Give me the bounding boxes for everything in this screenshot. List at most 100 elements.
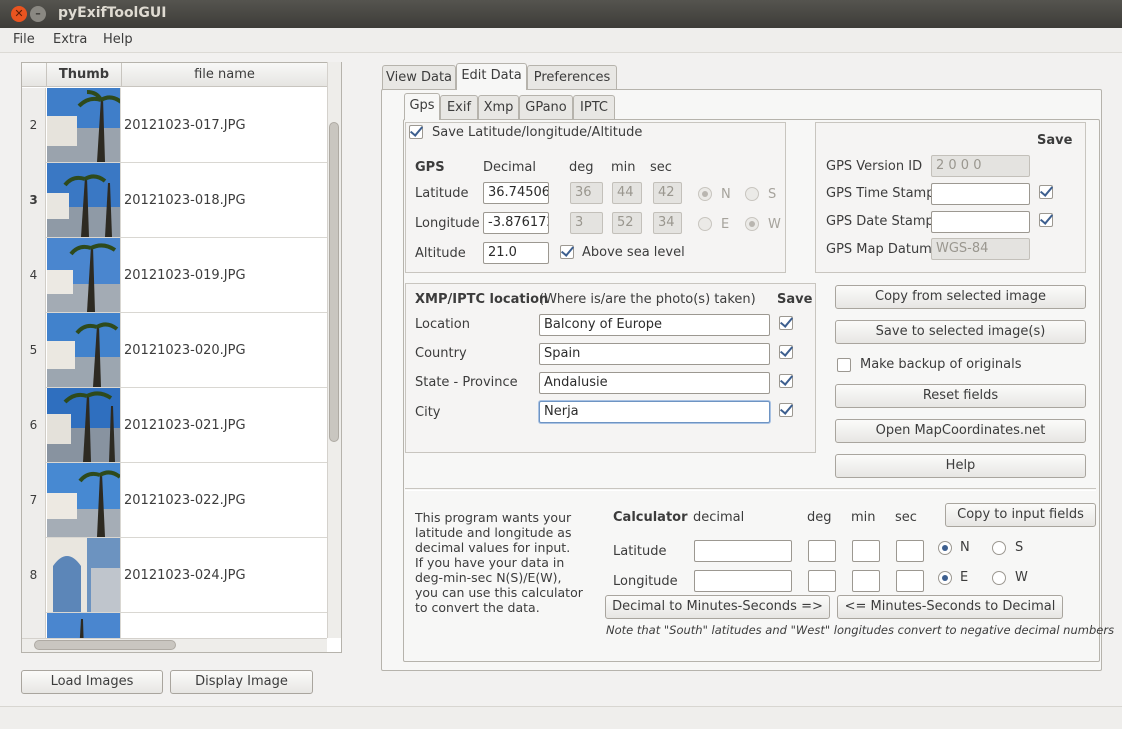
calc-latitude-min-input[interactable]: [852, 540, 880, 562]
longitude-sec-input: 34: [653, 212, 682, 234]
thumbnail-image: [47, 163, 121, 237]
close-icon[interactable]: ✕: [11, 6, 27, 22]
gps-header: GPS: [415, 160, 445, 175]
corner-header: [22, 63, 47, 87]
load-images-button[interactable]: Load Images: [21, 670, 163, 694]
tab-preferences[interactable]: Preferences: [527, 65, 617, 90]
menu-help[interactable]: Help: [103, 32, 133, 47]
table-row[interactable]: 6 20121023-021.JPG: [22, 388, 328, 463]
minimize-icon[interactable]: –: [30, 6, 46, 22]
latitude-deg-input: 36: [570, 182, 603, 204]
thumbnail-image: [47, 463, 121, 537]
calc-decimal-header: decimal: [693, 510, 745, 525]
row-number: 3: [22, 163, 46, 238]
state-province-save-checkbox[interactable]: [779, 374, 793, 388]
horizontal-scroll-thumb[interactable]: [34, 640, 176, 650]
latitude-south-radio: [745, 187, 759, 201]
table-row[interactable]: 5 20121023-020.JPG: [22, 313, 328, 388]
calc-latitude-label: Latitude: [613, 544, 667, 559]
tab-edit-data[interactable]: Edit Data: [456, 63, 527, 90]
tab-view-data[interactable]: View Data: [382, 65, 456, 90]
tab-iptc[interactable]: IPTC: [573, 95, 615, 120]
file-name: 20121023-022.JPG: [124, 493, 246, 508]
gps-time-input[interactable]: [931, 183, 1030, 205]
state-province-input[interactable]: Andalusie: [539, 372, 770, 394]
longitude-east-radio: [698, 217, 712, 231]
latitude-sec-input: 42: [653, 182, 682, 204]
thumb-header[interactable]: Thumb: [47, 63, 122, 87]
info-line: you can use this calculator: [415, 585, 583, 600]
calc-longitude-sec-input[interactable]: [896, 570, 924, 592]
file-name: 20121023-020.JPG: [124, 343, 246, 358]
copy-from-selected-image-button[interactable]: Copy from selected image: [835, 285, 1086, 309]
calc-latitude-sec-input[interactable]: [896, 540, 924, 562]
file-name: 20121023-021.JPG: [124, 418, 246, 433]
city-save-checkbox[interactable]: [779, 403, 793, 417]
reset-fields-button[interactable]: Reset fields: [835, 384, 1086, 408]
calc-latitude-south-radio[interactable]: [992, 541, 1006, 555]
calc-longitude-min-input[interactable]: [852, 570, 880, 592]
decimal-to-minutes-seconds-button[interactable]: Decimal to Minutes-Seconds =>: [605, 595, 830, 619]
latitude-decimal-input[interactable]: 36.745069: [483, 182, 549, 204]
file-name: 20121023-019.JPG: [124, 268, 246, 283]
calc-longitude-west-radio[interactable]: [992, 571, 1006, 585]
tab-exif[interactable]: Exif: [440, 95, 478, 120]
table-row[interactable]: 3 20121023-018.JPG: [22, 163, 328, 238]
longitude-decimal-input[interactable]: -3.876172: [483, 212, 549, 234]
file-name: 20121023-018.JPG: [124, 193, 246, 208]
country-input[interactable]: Spain: [539, 343, 770, 365]
country-save-checkbox[interactable]: [779, 345, 793, 359]
copy-to-input-fields-button[interactable]: Copy to input fields: [945, 503, 1096, 527]
calc-latitude-decimal-input[interactable]: [694, 540, 792, 562]
row-number: 4: [22, 238, 46, 313]
altitude-input[interactable]: 21.0: [483, 242, 549, 264]
location-input[interactable]: Balcony of Europe: [539, 314, 770, 336]
city-input[interactable]: Nerja: [539, 401, 770, 423]
latitude-min-input: 44: [612, 182, 642, 204]
above-sea-level-label: Above sea level: [582, 245, 685, 260]
save-lat-lon-alt-checkbox[interactable]: [409, 125, 423, 139]
calc-longitude-deg-input[interactable]: [808, 570, 836, 592]
menu-extra[interactable]: Extra: [53, 32, 87, 47]
calc-latitude-deg-input[interactable]: [808, 540, 836, 562]
minutes-seconds-to-decimal-button[interactable]: <= Minutes-Seconds to Decimal: [837, 595, 1063, 619]
decimal-header: Decimal: [483, 160, 537, 175]
tab-xmp[interactable]: Xmp: [478, 95, 519, 120]
calc-longitude-decimal-input[interactable]: [694, 570, 792, 592]
calculator-title: Calculator: [613, 510, 688, 525]
gps-date-input[interactable]: [931, 211, 1030, 233]
gps-date-save-checkbox[interactable]: [1039, 213, 1053, 227]
gps-version-input: 2 0 0 0: [931, 155, 1030, 177]
gps-version-label: GPS Version ID: [826, 159, 923, 174]
calc-longitude-east-label: E: [960, 570, 969, 585]
menu-file[interactable]: File: [13, 32, 35, 47]
longitude-west-label: W: [768, 217, 781, 232]
location-save-checkbox[interactable]: [779, 316, 793, 330]
open-mapcoordinates-button[interactable]: Open MapCoordinates.net: [835, 419, 1086, 443]
file-name: 20121023-024.JPG: [124, 568, 246, 583]
filename-header[interactable]: file name: [122, 63, 328, 87]
make-backup-label: Make backup of originals: [860, 357, 1022, 372]
help-button[interactable]: Help: [835, 454, 1086, 478]
display-image-button[interactable]: Display Image: [170, 670, 313, 694]
vertical-scroll-thumb[interactable]: [329, 122, 339, 442]
longitude-east-label: E: [721, 217, 730, 232]
info-line: This program wants your: [415, 510, 572, 525]
longitude-west-radio: [745, 217, 759, 231]
make-backup-checkbox[interactable]: [837, 358, 851, 372]
calc-latitude-north-radio[interactable]: [938, 541, 952, 555]
table-row[interactable]: 8 20121023-024.JPG: [22, 538, 328, 613]
thumbnail-image: [47, 238, 121, 312]
above-sea-level-checkbox[interactable]: [560, 245, 574, 259]
gps-datum-label: GPS Map Datum: [826, 242, 932, 257]
image-table[interactable]: Thumb file name 2 20121023-017.JPG 3 201…: [21, 62, 342, 653]
info-line: If you have your data in: [415, 555, 565, 570]
table-row[interactable]: 7 20121023-022.JPG: [22, 463, 328, 538]
calc-longitude-east-radio[interactable]: [938, 571, 952, 585]
table-row[interactable]: 2 20121023-017.JPG: [22, 88, 328, 163]
tab-gps[interactable]: Gps: [404, 93, 440, 120]
gps-time-save-checkbox[interactable]: [1039, 185, 1053, 199]
table-row[interactable]: 4 20121023-019.JPG: [22, 238, 328, 313]
tab-gpano[interactable]: GPano: [519, 95, 573, 120]
save-to-selected-images-button[interactable]: Save to selected image(s): [835, 320, 1086, 344]
